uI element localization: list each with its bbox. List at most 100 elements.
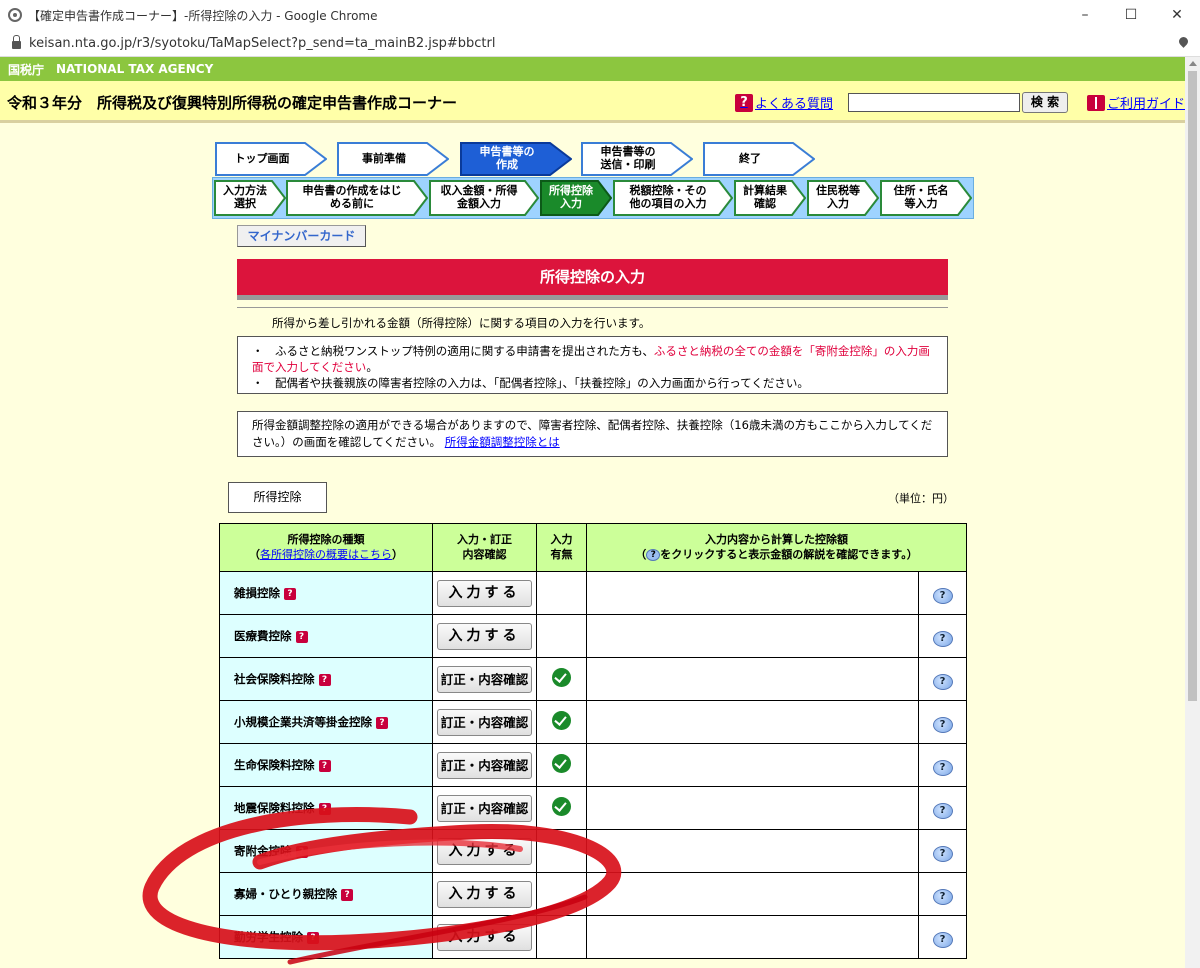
- adjustment-link[interactable]: 所得金額調整控除とは: [445, 435, 560, 449]
- amount-cell: [586, 614, 919, 658]
- deduction-name: 生命保険料控除?: [219, 743, 433, 787]
- table-row: 雑損控除? 入力する?: [219, 571, 967, 615]
- amount-cell: [586, 571, 919, 615]
- help-bubble-icon[interactable]: ?: [932, 931, 953, 948]
- deduction-name: 勤労学生控除?: [219, 915, 433, 959]
- action-cell: 訂正・内容確認: [432, 743, 537, 787]
- question-icon[interactable]: ?: [307, 931, 319, 944]
- overview-link[interactable]: 各所得控除の概要はこちら: [260, 548, 392, 561]
- agency-logo[interactable]: 国税庁: [8, 61, 44, 78]
- step-sub-label: 入力方法 選択: [223, 184, 267, 210]
- unit-label: （単位：円）: [888, 492, 954, 505]
- minimize-button[interactable]: –: [1062, 0, 1108, 30]
- header-type-link-wrap: （各所得控除の概要はこちら）: [249, 547, 403, 561]
- edit-confirm-button[interactable]: 訂正・内容確認: [437, 751, 532, 779]
- title-underline: [237, 295, 948, 300]
- search-input[interactable]: [848, 93, 1020, 112]
- question-icon[interactable]: ?: [341, 888, 354, 901]
- agency-name: NATIONAL TAX AGENCY: [56, 62, 214, 76]
- question-icon[interactable]: ?: [295, 630, 308, 643]
- notice-2-text: 配偶者や扶養親族の障害者控除の入力は、「配偶者控除」、「扶養控除」の入力画面から…: [275, 376, 809, 391]
- step-sub-5: 税額控除・その 他の項目の入力: [613, 180, 733, 216]
- mynumber-card-button[interactable]: マイナンバーカード: [237, 225, 366, 247]
- step-sub-label: 所得控除 入力: [549, 184, 593, 210]
- question-icon[interactable]: ?: [318, 802, 331, 815]
- header-amount-label: 入力内容から計算した控除額: [705, 532, 848, 546]
- step-sub-2: 申告書の作成をはじ める前に: [286, 180, 428, 216]
- step-sub-8: 住所・氏名 等入力: [880, 180, 972, 216]
- help-bubble-icon[interactable]: ?: [932, 802, 953, 819]
- step-main-label: トップ画面: [234, 151, 290, 165]
- action-cell: 訂正・内容確認: [432, 657, 537, 701]
- question-icon[interactable]: ?: [318, 759, 331, 772]
- deduction-name: 小規模企業共済等掛金控除?: [219, 700, 433, 744]
- help-bubble-icon[interactable]: ?: [932, 845, 953, 862]
- input-button[interactable]: 入力する: [437, 837, 532, 865]
- agency-bar: 国税庁 NATIONAL TAX AGENCY: [0, 57, 1185, 81]
- help-bubble-icon[interactable]: ?: [932, 673, 953, 690]
- notice-line-1: ・ ふるさと納税ワンストップ特例の適用に関する申請書を提出された方も、ふるさと納…: [252, 343, 937, 375]
- help-bubble-icon[interactable]: ?: [932, 587, 953, 604]
- notice-line-2: ・ 配偶者や扶養親族の障害者控除の入力は、「配偶者控除」、「扶養控除」の入力画面…: [252, 375, 937, 391]
- input-button[interactable]: 入力する: [437, 923, 532, 951]
- amount-cell: [586, 872, 919, 916]
- header-type-label: 所得控除の種類: [287, 532, 365, 546]
- edit-confirm-button[interactable]: 訂正・内容確認: [437, 794, 532, 822]
- help-bubble-icon[interactable]: ?: [932, 630, 953, 647]
- check-icon: [552, 710, 571, 730]
- help-bubble-icon[interactable]: ?: [932, 716, 953, 733]
- search-button[interactable]: 検 索: [1022, 92, 1068, 113]
- step-sub-4: 所得控除 入力: [540, 180, 612, 216]
- step-sub-1: 入力方法 選択: [214, 180, 286, 216]
- help-cell: ?: [918, 743, 967, 787]
- scroll-thumb[interactable]: [1188, 71, 1197, 701]
- guide-label[interactable]: ご利用ガイド: [1107, 93, 1185, 112]
- question-icon[interactable]: ?: [318, 673, 331, 686]
- has-input-cell: [536, 786, 587, 830]
- help-cell: ?: [918, 614, 967, 658]
- has-input-cell: [536, 614, 587, 658]
- has-input-cell: [536, 829, 587, 873]
- question-icon[interactable]: ?: [376, 716, 388, 729]
- input-button[interactable]: 入力する: [437, 622, 532, 650]
- page-title: 所得控除の入力: [237, 259, 948, 295]
- question-icon[interactable]: ?: [295, 845, 308, 858]
- question-icon[interactable]: ?: [284, 587, 296, 600]
- step-main-3: 申告書等の 作成: [460, 142, 572, 176]
- address-bar[interactable]: keisan.nta.go.jp/r3/syotoku/TaMapSelect?…: [0, 30, 1200, 57]
- input-button[interactable]: 入力する: [437, 880, 532, 908]
- header-amount: 入力内容から計算した控除額 （? をクリックすると表示金額の解説を確認できます。）: [586, 523, 967, 572]
- close-button[interactable]: ✕: [1154, 0, 1200, 30]
- edit-confirm-button[interactable]: 訂正・内容確認: [437, 665, 532, 693]
- table-row: 勤労学生控除? 入力する?: [219, 915, 967, 959]
- faq-label[interactable]: よくある質問: [755, 93, 833, 112]
- help-cell: ?: [918, 829, 967, 873]
- step-sub-6: 計算結果 確認: [734, 180, 806, 216]
- maximize-button[interactable]: ☐: [1108, 0, 1154, 30]
- deduction-label: 勤労学生控除: [234, 930, 303, 944]
- step-main-label: 事前準備: [362, 151, 406, 165]
- help-question-icon: ?: [646, 548, 661, 561]
- paren: （: [635, 547, 647, 561]
- help-cell: ?: [918, 571, 967, 615]
- scroll-up-icon[interactable]: [1189, 61, 1197, 66]
- window-title: 【確定申告書作成コーナー】-所得控除の入力 - Google Chrome: [28, 8, 378, 23]
- corner-header: 令和３年分 所得税及び復興特別所得税の確定申告書作成コーナー ? よくある質問 …: [0, 81, 1185, 123]
- step-main-label: 終了: [739, 151, 761, 165]
- guide-link[interactable]: ご利用ガイド: [1087, 93, 1185, 112]
- input-button[interactable]: 入力する: [437, 579, 532, 607]
- faq-link[interactable]: ? よくある質問: [735, 93, 833, 112]
- table-row: 寄附金控除? 入力する?: [219, 829, 967, 873]
- vertical-scrollbar[interactable]: [1185, 57, 1200, 968]
- amount-cell: [586, 786, 919, 830]
- help-bubble-icon[interactable]: ?: [932, 759, 953, 776]
- url-text[interactable]: keisan.nta.go.jp/r3/syotoku/TaMapSelect?…: [29, 36, 496, 51]
- deduction-label: 雑損控除: [234, 586, 280, 600]
- help-cell: ?: [918, 657, 967, 701]
- step-sub-label: 申告書の作成をはじ める前に: [302, 184, 402, 210]
- action-cell: 訂正・内容確認: [432, 700, 537, 744]
- help-bubble-icon[interactable]: ?: [932, 888, 953, 905]
- location-pin-icon[interactable]: [1177, 35, 1190, 48]
- amount-cell: [586, 915, 919, 959]
- edit-confirm-button[interactable]: 訂正・内容確認: [437, 708, 532, 736]
